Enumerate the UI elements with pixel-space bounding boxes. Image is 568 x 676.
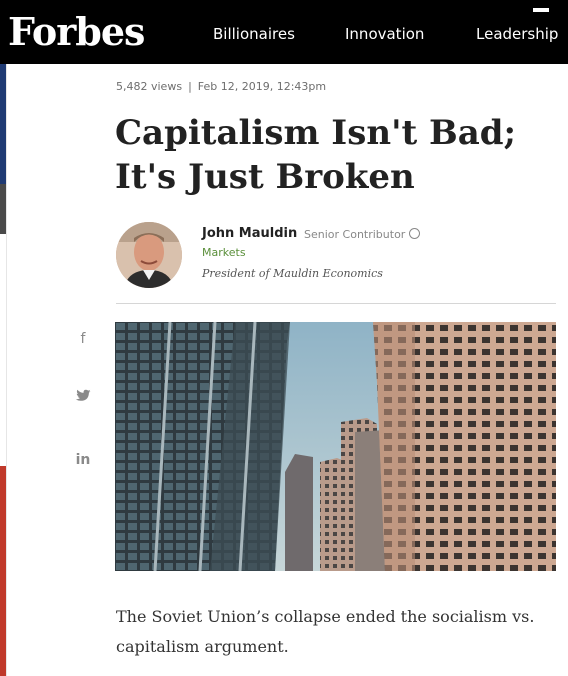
top-nav-bar: Forbes Billionaires Innovation Leadershi…	[0, 0, 568, 64]
nav-indicator	[533, 8, 549, 12]
meta-separator: |	[188, 80, 192, 93]
headline-line-1: Capitalism Isn't Bad;	[115, 113, 517, 153]
author-role: Senior Contributor	[304, 227, 421, 243]
headline-line-2: It's Just Broken	[115, 157, 415, 197]
forbes-logo[interactable]: Forbes	[8, 10, 145, 54]
author-divider	[116, 303, 556, 304]
article-meta: 5,482 views | Feb 12, 2019, 12:43pm	[116, 80, 326, 94]
author-name[interactable]: John Mauldin	[202, 226, 297, 242]
article-hero-image[interactable]	[115, 322, 556, 571]
nav-item-leadership[interactable]: Leadership	[476, 24, 558, 44]
page-edge-line	[6, 64, 7, 676]
author-role-label: Senior Contributor	[304, 228, 406, 241]
author-description: President of Mauldin Economics	[202, 267, 383, 280]
author-avatar[interactable]	[116, 222, 182, 288]
info-icon[interactable]	[409, 228, 421, 239]
facebook-icon[interactable]: f	[74, 331, 92, 347]
linkedin-icon[interactable]: in	[74, 452, 92, 468]
twitter-icon[interactable]	[74, 389, 92, 407]
article-lead-paragraph: The Soviet Union’s collapse ended the so…	[116, 607, 535, 656]
author-section-link[interactable]: Markets	[202, 246, 246, 260]
nav-item-billionaires[interactable]: Billionaires	[213, 24, 295, 44]
nav-item-innovation[interactable]: Innovation	[345, 24, 424, 44]
article-headline: Capitalism Isn't Bad; It's Just Broken	[115, 111, 555, 199]
publish-date: Feb 12, 2019, 12:43pm	[197, 80, 327, 93]
view-count: 5,482 views	[116, 80, 183, 93]
